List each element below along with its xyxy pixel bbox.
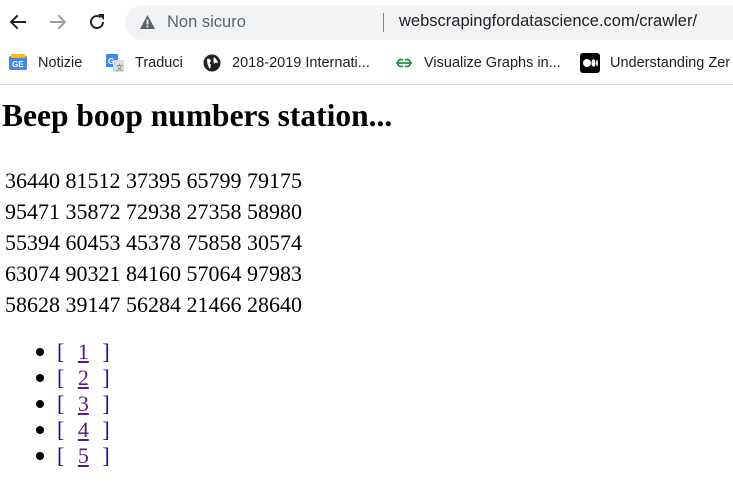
link-number: 4 xyxy=(77,417,89,442)
page-link-4[interactable]: [4] xyxy=(57,417,110,442)
forward-button[interactable] xyxy=(45,9,71,35)
bookmark-label: Understanding Zer xyxy=(610,55,731,71)
link-close-bracket: ] xyxy=(102,391,110,416)
link-close-bracket: ] xyxy=(102,417,110,442)
numbers-row: 55394 60453 45378 75858 30574 xyxy=(5,230,302,255)
numbers-row: 58628 39147 56284 21466 28640 xyxy=(5,292,302,317)
geeksforgeeks-icon xyxy=(394,53,414,73)
page-link-1[interactable]: [1] xyxy=(57,339,110,364)
link-number: 1 xyxy=(77,339,89,364)
not-secure-label[interactable]: Non sicuro xyxy=(167,13,246,32)
arrow-left-icon xyxy=(9,14,26,30)
back-button[interactable] xyxy=(5,9,31,35)
numbers-row: 95471 35872 72938 27358 58980 xyxy=(5,199,302,224)
reload-button[interactable] xyxy=(84,9,110,35)
link-number: 3 xyxy=(77,391,89,416)
google-translate-icon: G 文 xyxy=(105,53,125,73)
bullet xyxy=(36,348,44,356)
bullet xyxy=(36,374,44,382)
link-open-bracket: [ xyxy=(57,391,65,416)
bookmark-understanding[interactable]: Understanding Zer xyxy=(580,52,730,74)
svg-text:文: 文 xyxy=(116,63,123,72)
browser-toolbar: Non sicuro webscrapingfordatascience.com… xyxy=(0,0,733,44)
bookmarks-bar: GE Notizie G 文 Traduci 2018-2019 Interna… xyxy=(0,44,733,85)
omnibox-divider xyxy=(383,13,384,32)
warning-icon[interactable] xyxy=(139,14,156,30)
page-content: Beep boop numbers station... 36440 81512… xyxy=(0,85,733,501)
address-bar[interactable]: Non sicuro webscrapingfordatascience.com… xyxy=(125,5,733,40)
arrow-right-icon xyxy=(50,14,67,30)
page-link-2[interactable]: [2] xyxy=(57,365,110,390)
link-close-bracket: ] xyxy=(102,339,110,364)
medium-icon xyxy=(580,53,600,73)
list-item: [4] xyxy=(0,417,110,443)
bookmark-notizie[interactable]: GE Notizie xyxy=(8,52,82,74)
globe-icon xyxy=(202,53,222,73)
link-number: 2 xyxy=(77,365,89,390)
link-number: 5 xyxy=(77,443,89,468)
page-link-3[interactable]: [3] xyxy=(57,391,110,416)
bullet xyxy=(36,452,44,460)
list-item: [3] xyxy=(0,391,110,417)
link-open-bracket: [ xyxy=(57,443,65,468)
numbers-block: 36440 81512 37395 65799 79175 95471 3587… xyxy=(5,165,302,320)
svg-text:GE: GE xyxy=(12,60,24,69)
link-open-bracket: [ xyxy=(57,339,65,364)
bookmark-visualize-graphs[interactable]: Visualize Graphs in... xyxy=(394,52,561,74)
numbers-row: 36440 81512 37395 65799 79175 xyxy=(5,168,302,193)
page-link-5[interactable]: [5] xyxy=(57,443,110,468)
page-title: Beep boop numbers station... xyxy=(2,98,393,133)
bookmark-label: 2018-2019 Internati... xyxy=(232,55,370,71)
bookmark-label: Traduci xyxy=(135,55,183,71)
reload-icon xyxy=(90,14,104,29)
bookmark-label: Visualize Graphs in... xyxy=(424,55,561,71)
link-open-bracket: [ xyxy=(57,417,65,442)
svg-text:G: G xyxy=(108,57,114,66)
page-links-list: [1] [2] [3] [4] [5] xyxy=(0,339,110,469)
link-close-bracket: ] xyxy=(102,443,110,468)
list-item: [1] xyxy=(0,339,110,365)
bookmark-label: Notizie xyxy=(38,55,83,71)
bookmark-traduci[interactable]: G 文 Traduci xyxy=(105,52,183,74)
bullet xyxy=(36,426,44,434)
link-close-bracket: ] xyxy=(102,365,110,390)
bookmark-internati[interactable]: 2018-2019 Internati... xyxy=(202,52,370,74)
list-item: [2] xyxy=(0,365,110,391)
bullet xyxy=(36,400,44,408)
list-item: [5] xyxy=(0,443,110,469)
url-text[interactable]: webscrapingfordatascience.com/crawler/ xyxy=(399,12,697,31)
link-open-bracket: [ xyxy=(57,365,65,390)
numbers-row: 63074 90321 84160 57064 97983 xyxy=(5,261,302,286)
google-news-icon: GE xyxy=(8,53,28,73)
